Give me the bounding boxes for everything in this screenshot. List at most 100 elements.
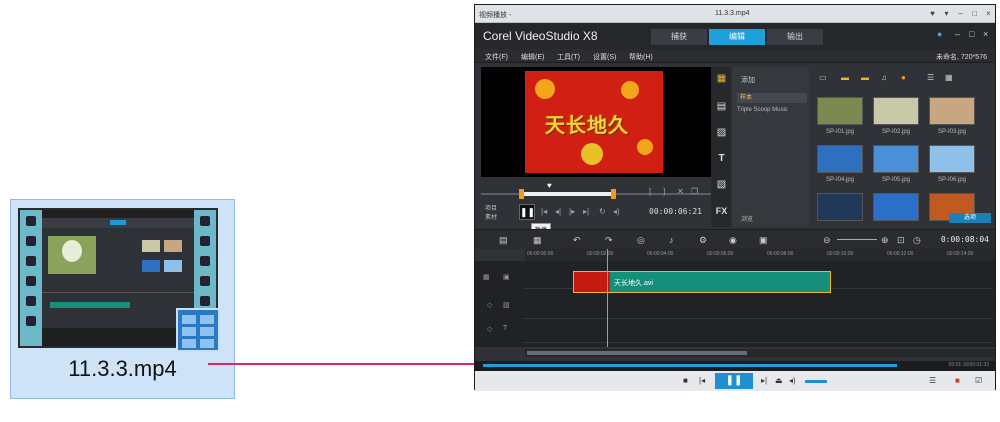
player-timecode[interactable]: 00:00:06:21 — [649, 207, 702, 216]
library-thumbnail[interactable] — [873, 145, 919, 173]
scrub-bar[interactable]: ♥ [ ] ✕ ❐ — [481, 181, 711, 201]
next-icon[interactable]: ▸| — [761, 376, 767, 385]
timeline-playhead[interactable] — [607, 249, 608, 347]
transport-pause-button[interactable]: ❚❚ — [715, 373, 753, 389]
tab-share[interactable]: 输出 — [767, 29, 823, 45]
graphic-icon[interactable]: ▧ — [715, 179, 728, 191]
undo-icon[interactable]: ↶ — [573, 235, 581, 246]
options-button[interactable]: 选项 — [949, 213, 991, 223]
video-clip[interactable]: 天长地久.avi — [573, 271, 831, 293]
title-track[interactable] — [523, 319, 993, 343]
eject-icon[interactable]: ⏏ — [775, 376, 783, 385]
cut-icon[interactable]: ✕ — [677, 187, 684, 196]
close-app-icon[interactable]: × — [983, 29, 988, 39]
overlay-track-lock-icon[interactable]: ◇ — [487, 301, 492, 309]
end-icon[interactable]: ▸| — [583, 207, 589, 216]
timeline-timecode[interactable]: 0:00:08:04 — [941, 235, 989, 244]
heart-icon[interactable]: ♥ — [927, 8, 938, 19]
playback-progress[interactable]: 00:01:16/00:01:33 — [475, 361, 995, 371]
title-track-icon[interactable]: T — [503, 325, 507, 332]
tab-edit[interactable]: 编辑 — [709, 29, 765, 45]
scrollbar-thumb[interactable] — [527, 351, 747, 355]
zoom-out-icon[interactable]: ⊖ — [823, 235, 831, 246]
video-track-icon[interactable]: ▦ — [483, 273, 490, 281]
photo-filter-icon[interactable]: ▬ — [861, 73, 869, 82]
minimize-icon[interactable]: – — [955, 8, 966, 19]
record-icon[interactable]: ■ — [955, 376, 960, 385]
browse-button[interactable]: 浏览 — [741, 214, 753, 223]
prev-frame-icon[interactable]: ◂| — [555, 207, 561, 216]
next-frame-icon[interactable]: |▸ — [569, 207, 575, 216]
library-thumbnail[interactable] — [873, 97, 919, 125]
title-icon[interactable]: T — [715, 153, 728, 165]
video-track-toggle-icon[interactable]: ▣ — [503, 273, 510, 281]
record-capture-icon[interactable]: ◎ — [637, 235, 645, 246]
grid-view-icon[interactable]: ▦ — [945, 73, 953, 82]
folder-icon[interactable]: ▭ — [819, 73, 827, 82]
library-thumbnail[interactable] — [817, 145, 863, 173]
mode-clip-label[interactable]: 素材 — [485, 212, 497, 221]
overlay-track-icon[interactable]: ▧ — [503, 301, 510, 309]
redo-icon[interactable]: ↷ — [605, 235, 613, 246]
mark-in-icon[interactable]: [ — [649, 187, 651, 196]
library-thumbnail[interactable] — [929, 145, 975, 173]
library-thumbnail[interactable] — [817, 97, 863, 125]
video-track[interactable]: 天长地久.avi — [523, 265, 993, 293]
trim-end-marker[interactable] — [611, 189, 616, 199]
media-icon[interactable]: ▦ — [715, 73, 728, 85]
timeline-scrollbar[interactable] — [525, 349, 995, 357]
volume-slider[interactable] — [805, 380, 827, 383]
scrubber-handle-icon[interactable]: ♥ — [547, 181, 552, 190]
menu-down-icon[interactable]: ▾ — [941, 8, 952, 19]
overlay-track[interactable] — [523, 295, 993, 319]
minimize-app-icon[interactable]: – — [955, 29, 960, 39]
video-filter-icon[interactable]: ▬ — [841, 73, 849, 82]
maximize-icon[interactable]: □ — [969, 8, 980, 19]
home-icon[interactable]: |◂ — [541, 207, 547, 216]
timeline-view-icon[interactable]: ▦ — [533, 235, 542, 246]
library-thumbnail[interactable] — [929, 97, 975, 125]
folder-sample[interactable]: 样本 — [737, 93, 807, 103]
sound-mixer-icon[interactable]: ♪ — [669, 235, 674, 245]
close-icon[interactable]: × — [983, 8, 994, 19]
menu-settings[interactable]: 设置(S) — [593, 52, 616, 62]
speaker-icon[interactable]: ◂) — [789, 376, 796, 385]
menu-edit[interactable]: 编辑(E) — [521, 52, 544, 62]
library-thumbnail[interactable] — [873, 193, 919, 221]
library-thumbnail[interactable] — [817, 193, 863, 221]
subtitle-editor-icon[interactable]: ▣ — [759, 235, 768, 246]
pause-button[interactable]: ❚❚ — [519, 204, 535, 220]
folder-triple-scoop[interactable]: Triple Scoop Music — [737, 107, 788, 113]
stop-icon[interactable]: ■ — [683, 376, 688, 385]
add-folder-button[interactable]: 添加 — [741, 75, 755, 85]
clock-icon[interactable]: ◷ — [913, 235, 921, 246]
instant-project-icon[interactable]: ▤ — [715, 101, 728, 113]
tab-capture[interactable]: 捕获 — [651, 29, 707, 45]
volume-icon[interactable]: ◂) — [613, 207, 620, 216]
motion-tracking-icon[interactable]: ◉ — [729, 235, 737, 246]
zoom-slider[interactable] — [837, 239, 877, 240]
menu-file[interactable]: 文件(F) — [485, 52, 508, 62]
transition-icon[interactable]: ▨ — [715, 127, 728, 139]
timeline-ruler[interactable]: 00:00:00:00 00:00:02:00 00:00:04:00 00:0… — [525, 249, 995, 261]
mark-out-icon[interactable]: ] — [663, 187, 665, 196]
preview-player[interactable]: 天长地久 — [481, 67, 711, 177]
playlist-icon[interactable]: ☰ — [929, 376, 936, 385]
trim-start-marker[interactable] — [519, 189, 524, 199]
mode-project-label[interactable]: 项目 — [485, 203, 497, 212]
list-view-icon[interactable]: ☰ — [927, 73, 934, 82]
filter-icon[interactable]: FX — [715, 205, 728, 217]
maximize-app-icon[interactable]: □ — [969, 29, 974, 39]
previous-icon[interactable]: |◂ — [699, 376, 705, 385]
info-icon[interactable]: ● — [937, 29, 942, 39]
zoom-in-icon[interactable]: ⊕ — [881, 235, 889, 246]
fit-project-icon[interactable]: ⊡ — [897, 235, 905, 246]
auto-music-icon[interactable]: ⚙ — [699, 235, 707, 246]
repeat-icon[interactable]: ↻ — [599, 207, 606, 216]
checkbox-icon[interactable]: ☑ — [975, 376, 982, 385]
title-track-lock-icon[interactable]: ◇ — [487, 325, 492, 333]
menu-tools[interactable]: 工具(T) — [557, 52, 580, 62]
menu-help[interactable]: 帮助(H) — [629, 52, 653, 62]
storyboard-view-icon[interactable]: ▤ — [499, 235, 508, 246]
audio-filter-icon[interactable]: ♫ — [881, 73, 887, 82]
